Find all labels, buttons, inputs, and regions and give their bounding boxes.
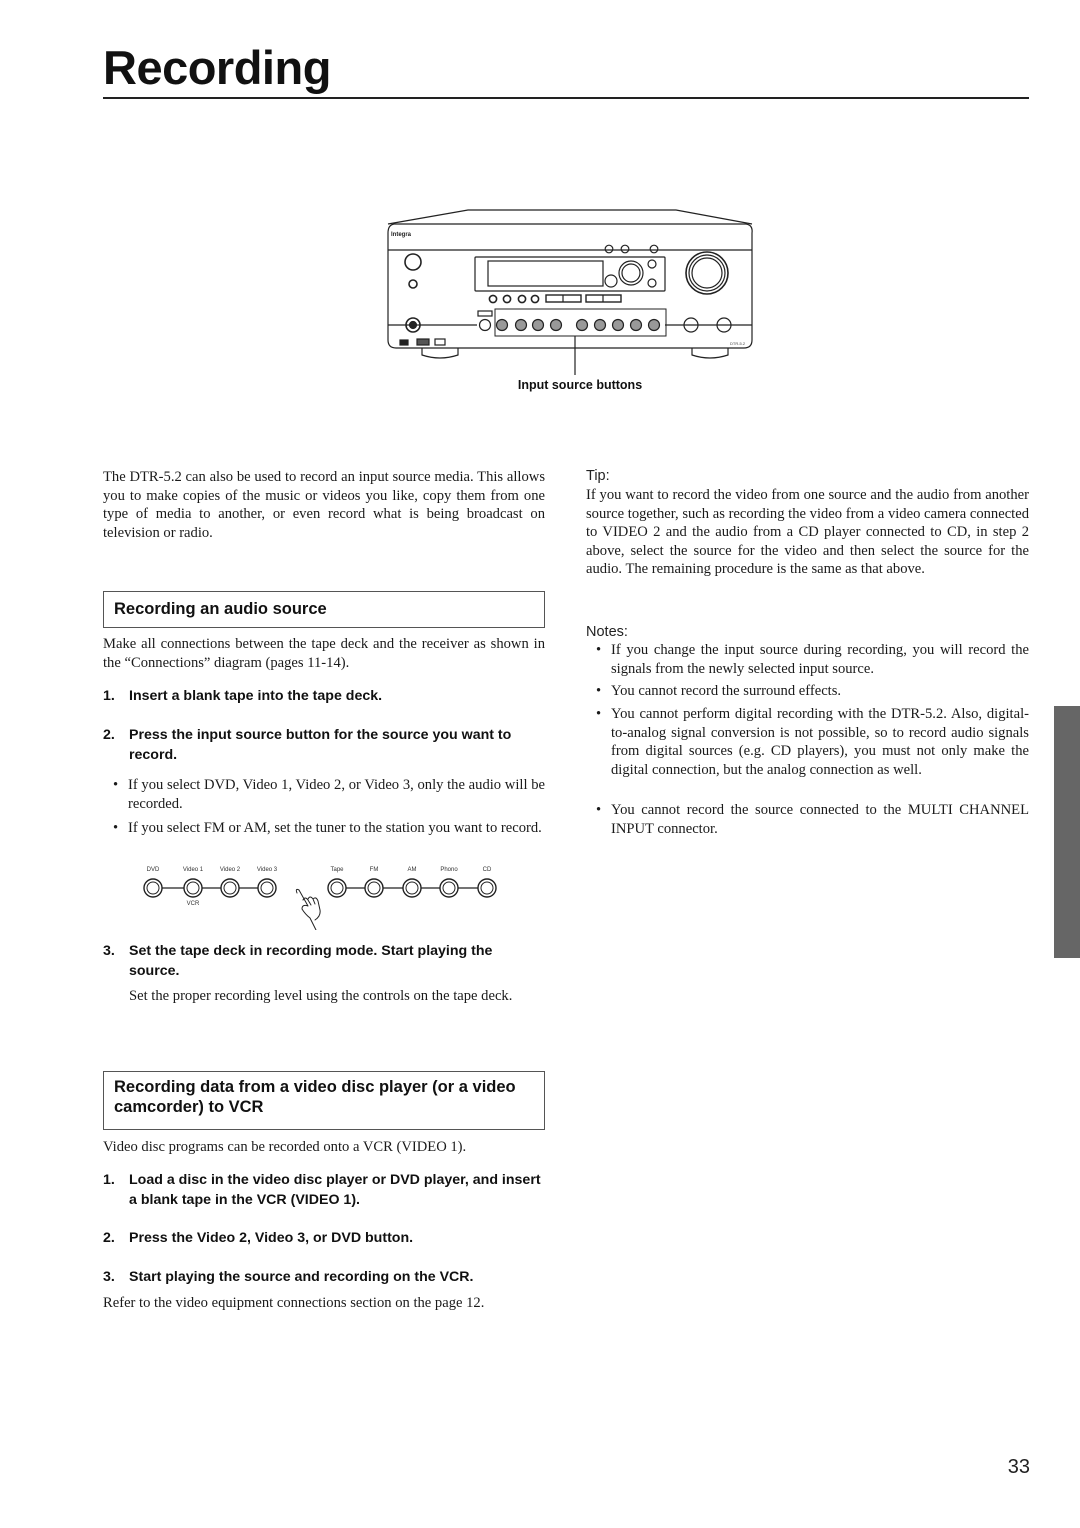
input-button-am <box>611 318 625 332</box>
step-number: 3. <box>103 1269 115 1285</box>
audio-step-2: 2. Press the input source button for the… <box>103 725 545 765</box>
input-button-cd <box>647 318 661 332</box>
input-button-video1 <box>514 318 528 332</box>
input-button-tape <box>575 318 589 332</box>
input-button-fm <box>593 318 607 332</box>
bullet-dot: • <box>595 802 602 818</box>
source-button-label: Video 3 <box>257 867 278 873</box>
tip-label: Tip: <box>586 468 610 484</box>
figure-caption: Input source buttons <box>517 378 643 392</box>
display-screen <box>487 260 604 287</box>
input-button-video3 <box>549 318 563 332</box>
audio-step-3: 3. Set the tape deck in recording mode. … <box>103 941 545 981</box>
step-text: Insert a blank tape into the tape deck. <box>129 688 383 704</box>
remote-sensor <box>604 274 618 288</box>
receiver-front-panel-figure: Integra DTR-5.2 <box>380 205 760 395</box>
receiver-foot-right <box>691 348 729 359</box>
tip-text: If you want to record the video from one… <box>586 487 1029 577</box>
source-button-label: AM <box>408 867 417 873</box>
step-text: Press the Video 2, Video 3, or DVD butto… <box>129 1230 414 1246</box>
note-item: • If you change the input source during … <box>586 641 1029 678</box>
receiver-illustration: Integra DTR-5.2 <box>387 209 753 375</box>
receiver-foot-left <box>421 348 459 359</box>
audio-intro-paragraph: Make all connections between the tape de… <box>103 636 545 671</box>
video-step-2: 2. Press the Video 2, Video 3, or DVD bu… <box>103 1228 545 1248</box>
section-heading-video: Recording data from a video disc player … <box>103 1071 545 1130</box>
step-number: 1. <box>103 1172 115 1188</box>
step-number: 3. <box>103 943 115 959</box>
step-text: Start playing the source and recording o… <box>129 1269 474 1285</box>
input-source-buttons <box>495 318 661 332</box>
bullet-dot: • <box>595 706 602 722</box>
title-rule <box>103 97 1029 99</box>
page-number: 33 <box>1007 1456 1030 1478</box>
note-item: • You cannot record the surround effects… <box>586 682 1029 701</box>
video-step-1: 1. Load a disc in the video disc player … <box>103 1170 545 1210</box>
step-number: 1. <box>103 688 115 704</box>
bullet-text: You cannot record the surround effects. <box>611 683 842 699</box>
source-button-label: FM <box>370 867 379 873</box>
bullet-dot: • <box>112 820 119 836</box>
page-title: Recording <box>103 41 331 94</box>
source-button-label: Video 2 <box>220 867 241 873</box>
step-text: Load a disc in the video disc player or … <box>129 1172 541 1208</box>
source-button-label: Video 1 <box>183 867 204 873</box>
source-button-label: Phono <box>440 867 458 873</box>
video-footer-note: Refer to the video equipment connections… <box>103 1295 485 1311</box>
step-text: Set the tape deck in recording mode. Sta… <box>129 943 493 979</box>
note-item: • You cannot perform digital recording w… <box>586 705 1029 779</box>
input-button-dvd <box>495 318 509 332</box>
chapter-thumb-tab <box>1054 706 1080 958</box>
audio-step2-bullet: • If you select DVD, Video 1, Video 2, o… <box>103 776 545 813</box>
video-intro-paragraph: Video disc programs can be recorded onto… <box>103 1139 467 1155</box>
source-buttons-figure: DVD Video 1 Video 2 Video 3 Tape FM AM Phono CD … <box>140 860 510 931</box>
source-buttons-illustration: DVD Video 1 Video 2 Video 3 Tape FM AM Phono CD … <box>143 867 497 931</box>
bullet-dot: • <box>112 777 119 793</box>
section-heading-audio: Recording an audio source <box>103 591 545 628</box>
bullet-text: If you select DVD, Video 1, Video 2, or … <box>128 777 545 812</box>
power-button <box>404 253 422 271</box>
bullet-dot: • <box>595 683 602 699</box>
intro-paragraph: The DTR-5.2 can also be used to record a… <box>103 469 545 541</box>
input-button-video2 <box>531 318 545 332</box>
audio-step2-bullet: • If you select FM or AM, set the tuner … <box>103 819 545 838</box>
notes-label: Notes: <box>586 624 628 640</box>
step-number: 2. <box>103 1230 115 1246</box>
bullet-text: If you change the input source during re… <box>611 642 1029 677</box>
bullet-text: You cannot perform digital recording wit… <box>611 706 1029 778</box>
audio-step-1: 1. Insert a blank tape into the tape dec… <box>103 686 545 706</box>
input-button-phono <box>629 318 643 332</box>
video-step-3: 3. Start playing the source and recordin… <box>103 1267 545 1287</box>
source-button-label: CD <box>483 867 492 873</box>
model-label: DTR-5.2 <box>730 341 746 346</box>
brand-logo: Integra <box>391 232 412 238</box>
source-button-label: DVD <box>147 867 160 873</box>
note-item: • You cannot record the source connected… <box>586 801 1029 838</box>
bullet-text: If you select FM or AM, set the tuner to… <box>128 820 542 836</box>
bullet-dot: • <box>595 642 602 658</box>
source-button-label: Tape <box>330 867 344 873</box>
bullet-text: You cannot record the source connected t… <box>611 802 1029 837</box>
step-number: 2. <box>103 727 115 743</box>
audio-step3-detail: Set the proper recording level using the… <box>129 988 513 1004</box>
receiver-lid <box>387 209 753 225</box>
vcr-sublabel: VCR <box>187 901 200 907</box>
pointing-hand-icon <box>295 888 321 931</box>
step-text: Press the input source button for the so… <box>129 727 512 763</box>
